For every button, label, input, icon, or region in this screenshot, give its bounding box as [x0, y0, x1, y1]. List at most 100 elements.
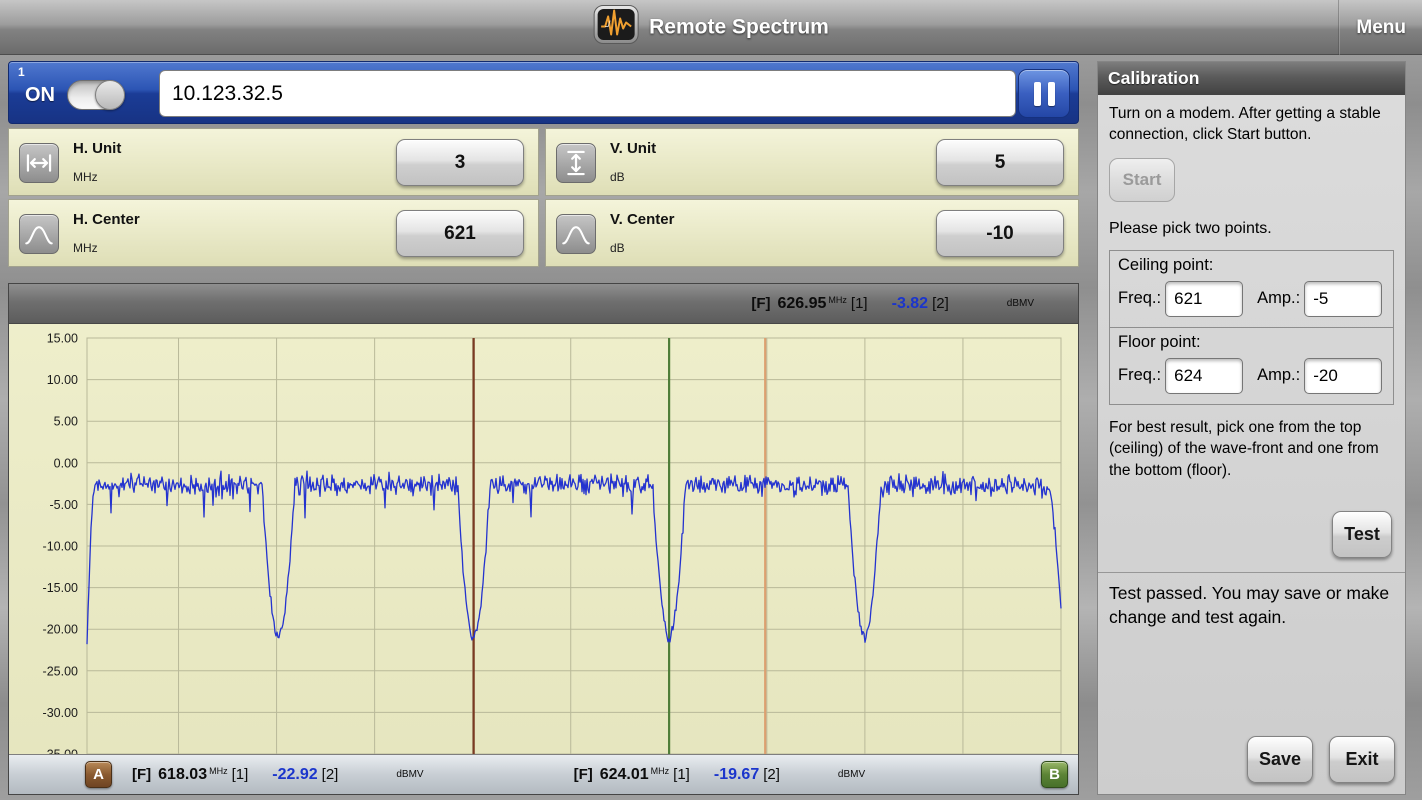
app-title: Remote Spectrum	[649, 15, 829, 39]
control-label: H. Unit	[73, 140, 121, 157]
floor-freq-input[interactable]	[1165, 358, 1243, 394]
marker-b-readout: [F] 624.01 MHz [1] -19.67 [2] dBMV	[574, 766, 866, 784]
marker-frequency: 618.03	[158, 766, 207, 784]
start-button[interactable]: Start	[1109, 158, 1175, 202]
svg-text:-10.00: -10.00	[43, 540, 78, 554]
marker-frequency: 626.95	[777, 295, 826, 313]
v-center-curve-icon	[556, 214, 596, 254]
v-span-icon	[556, 143, 596, 183]
calibration-panel: Calibration Turn on a modem. After getti…	[1097, 61, 1406, 795]
ceiling-point-box: Ceiling point: Freq.: Amp.:	[1109, 250, 1394, 328]
h-center-curve-icon	[19, 214, 59, 254]
floor-freq-label: Freq.:	[1118, 366, 1161, 385]
svg-text:-20.00: -20.00	[43, 623, 78, 637]
calibration-footer: Save Exit	[1247, 736, 1395, 783]
h-unit-value-button[interactable]: 3	[396, 139, 524, 186]
spectrum-panel: [F] 626.95 MHz [1] -3.82 [2] dBMV 15.001…	[8, 283, 1079, 795]
toggle-knob	[95, 80, 125, 110]
ceiling-freq-input[interactable]	[1165, 281, 1243, 317]
marker-a-readout: [F] 618.03 MHz [1] -22.92 [2] dBMV	[132, 766, 424, 784]
exit-button[interactable]: Exit	[1329, 736, 1395, 783]
svg-text:15.00: 15.00	[47, 332, 78, 346]
marker-index-1: [1]	[673, 766, 690, 783]
svg-text:-5.00: -5.00	[50, 498, 79, 512]
pick-points-text: Please pick two points.	[1109, 218, 1394, 240]
marker-index-1: [1]	[232, 766, 249, 783]
best-result-hint-text: For best result, pick one from the top (…	[1109, 417, 1394, 481]
calibration-title: Calibration	[1098, 62, 1405, 95]
ceiling-point-title: Ceiling point:	[1118, 256, 1385, 275]
control-label: H. Center	[73, 211, 140, 228]
ceiling-amp-input[interactable]	[1304, 281, 1382, 317]
svg-text:0.00: 0.00	[54, 456, 78, 470]
marker-amplitude: -19.67	[714, 766, 759, 784]
test-button[interactable]: Test	[1332, 511, 1392, 558]
floor-amp-input[interactable]	[1304, 358, 1382, 394]
control-unit: MHz	[73, 241, 98, 255]
marker-index-1: [1]	[851, 295, 868, 312]
v-center-control: V. Center dB -10	[545, 199, 1079, 267]
marker-tag: [F]	[132, 766, 151, 783]
floor-point-row: Freq.: Amp.:	[1118, 358, 1385, 394]
ceiling-freq-label: Freq.:	[1118, 289, 1161, 308]
svg-text:5.00: 5.00	[54, 415, 78, 429]
spectrum-trace-svg: 15.00 10.00 5.00 0.00 -5.00 -10.00 -15.00 -20.0…	[9, 324, 1078, 754]
pause-button[interactable]	[1018, 69, 1070, 118]
app-header: Remote Spectrum Menu	[0, 0, 1422, 55]
ceiling-amp-label: Amp.:	[1257, 289, 1300, 308]
power-toggle-group: ON	[25, 80, 125, 110]
marker-f-readout-bar: [F] 626.95 MHz [1] -3.82 [2] dBMV	[9, 284, 1078, 324]
amplitude-unit: dBMV	[396, 769, 423, 780]
amplitude-unit: dBMV	[838, 769, 865, 780]
control-unit: MHz	[73, 170, 98, 184]
ip-address-input[interactable]	[159, 70, 1016, 117]
test-button-row: Test	[1109, 511, 1394, 558]
marker-tag: [F]	[574, 766, 593, 783]
control-unit: dB	[610, 241, 625, 255]
power-toggle[interactable]	[67, 80, 125, 110]
spectrum-chart[interactable]: 15.00 10.00 5.00 0.00 -5.00 -10.00 -15.00 -20.0…	[9, 324, 1078, 754]
frequency-unit: MHz	[651, 766, 670, 776]
power-toggle-label: ON	[25, 84, 55, 107]
marker-index-2: [2]	[932, 295, 949, 312]
svg-text:-35.00: -35.00	[43, 748, 78, 755]
frequency-unit: MHz	[209, 766, 228, 776]
test-result-text: Test passed. You may save or make change…	[1098, 572, 1405, 629]
h-center-control: H. Center MHz 621	[8, 199, 539, 267]
marker-b-button[interactable]: B	[1041, 761, 1068, 788]
v-unit-value-button[interactable]: 5	[936, 139, 1064, 186]
frequency-unit: MHz	[828, 295, 847, 305]
h-unit-control: H. Unit MHz 3	[8, 128, 539, 196]
floor-point-title: Floor point:	[1118, 333, 1385, 352]
control-label: V. Unit	[610, 140, 656, 157]
main-column: 1 ON H. Unit MHz 3	[8, 61, 1079, 795]
marker-amplitude: -3.82	[892, 295, 928, 313]
control-unit: dB	[610, 170, 625, 184]
calibration-intro-text: Turn on a modem. After getting a stable …	[1109, 103, 1394, 146]
marker-amplitude: -22.92	[272, 766, 317, 784]
marker-f-readout: [F] 626.95 MHz [1] -3.82 [2] dBMV	[751, 295, 1034, 313]
marker-tag: [F]	[751, 295, 770, 312]
h-center-value-button[interactable]: 621	[396, 210, 524, 257]
marker-index-2: [2]	[763, 766, 780, 783]
menu-divider	[1338, 0, 1340, 55]
save-button[interactable]: Save	[1247, 736, 1313, 783]
svg-text:-15.00: -15.00	[43, 581, 78, 595]
floor-point-box: Floor point: Freq.: Amp.:	[1109, 327, 1394, 405]
device-slot-number: 1	[18, 65, 25, 79]
svg-text:-25.00: -25.00	[43, 664, 78, 678]
marker-frequency: 624.01	[600, 766, 649, 784]
v-center-value-button[interactable]: -10	[936, 210, 1064, 257]
h-span-icon	[19, 143, 59, 183]
calibration-body: Turn on a modem. After getting a stable …	[1098, 95, 1405, 795]
ceiling-point-row: Freq.: Amp.:	[1118, 281, 1385, 317]
app-logo: Remote Spectrum	[593, 5, 829, 50]
svg-text:-30.00: -30.00	[43, 706, 78, 720]
menu-button[interactable]: Menu	[1356, 0, 1406, 55]
marker-index-2: [2]	[322, 766, 339, 783]
marker-a-button[interactable]: A	[85, 761, 112, 788]
connection-bar: 1 ON	[8, 61, 1079, 124]
floor-amp-label: Amp.:	[1257, 366, 1300, 385]
svg-text:10.00: 10.00	[47, 373, 78, 387]
v-unit-control: V. Unit dB 5	[545, 128, 1079, 196]
